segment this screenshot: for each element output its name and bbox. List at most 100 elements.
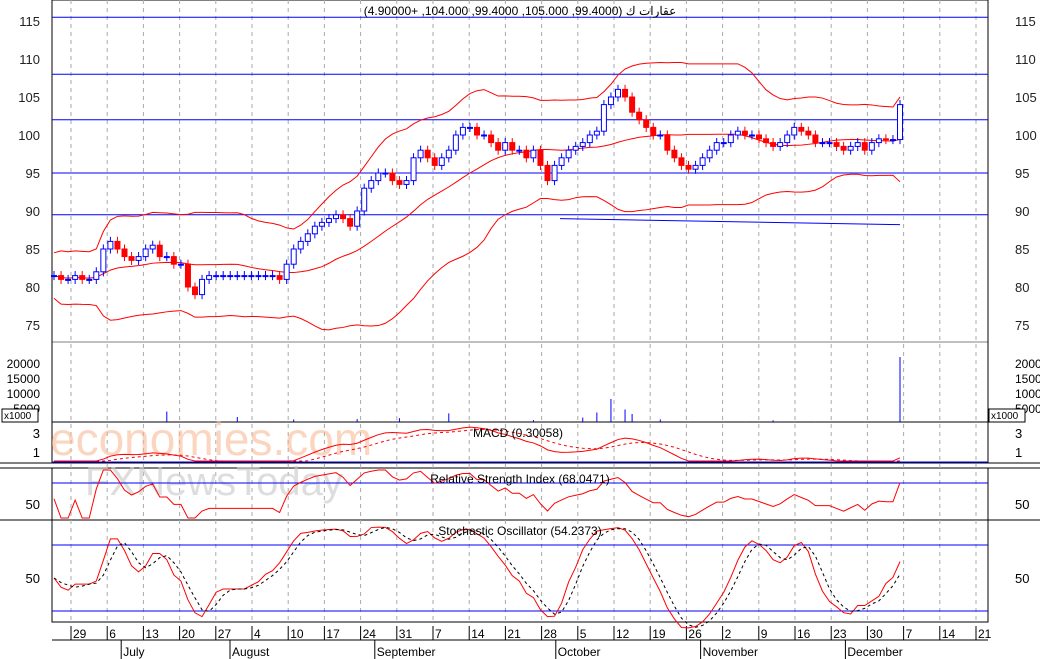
volume-tick-label: 15000 — [7, 372, 41, 386]
candle — [269, 275, 276, 278]
date-label: 5 — [580, 627, 587, 641]
rsi-tick-label: 50 — [26, 497, 40, 512]
volume-tick-label: 10000 — [7, 387, 41, 401]
candle — [79, 275, 86, 280]
candle — [826, 142, 833, 145]
date-label: 29 — [73, 627, 87, 641]
volume-tick-label: 10000 — [1015, 387, 1040, 401]
candle — [727, 134, 734, 144]
candle — [206, 275, 213, 280]
candle — [156, 244, 163, 258]
candle — [325, 218, 332, 223]
candle — [805, 130, 812, 136]
candle — [706, 149, 713, 159]
candle — [840, 145, 847, 151]
candle — [889, 139, 896, 142]
candle — [713, 142, 720, 151]
candle — [516, 149, 523, 152]
candle — [304, 233, 311, 242]
candle — [107, 240, 114, 250]
candle — [241, 275, 248, 278]
candle — [142, 248, 149, 258]
watermark-economies: economies.com — [50, 413, 372, 465]
candle — [565, 149, 572, 159]
macd-tick-label: 1 — [33, 445, 40, 460]
candle — [791, 126, 798, 136]
volume-unit-left: x1000 — [4, 411, 32, 422]
candle — [861, 142, 868, 151]
candle — [100, 248, 107, 273]
price-tick-label: 105 — [1015, 90, 1037, 105]
candle — [537, 149, 544, 166]
date-label: 12 — [616, 627, 630, 641]
candle — [297, 240, 304, 250]
candle — [368, 180, 375, 189]
candle — [410, 157, 417, 182]
month-label: July — [123, 645, 144, 659]
date-label: 31 — [399, 627, 413, 641]
price-tick-label: 100 — [18, 128, 40, 143]
candle — [502, 142, 509, 151]
date-label: 20 — [182, 627, 196, 641]
candle — [481, 134, 488, 137]
candle — [763, 138, 770, 144]
candle — [812, 134, 819, 144]
candle — [389, 172, 396, 182]
candle — [340, 214, 347, 220]
price-tick-label: 90 — [26, 204, 40, 219]
candle — [234, 275, 241, 278]
candle — [290, 248, 297, 265]
price-tick-label: 115 — [1015, 14, 1036, 29]
candle — [65, 278, 72, 281]
candle — [248, 275, 255, 278]
candle — [311, 225, 318, 235]
month-label: September — [377, 645, 436, 659]
candle — [558, 157, 565, 166]
candle — [86, 278, 93, 281]
candle — [213, 275, 220, 278]
candle — [882, 138, 889, 141]
date-label: 26 — [688, 627, 702, 641]
price-tick-label: 90 — [1015, 204, 1029, 219]
month-label: August — [232, 645, 270, 659]
candle — [459, 126, 466, 136]
candle — [276, 275, 283, 280]
candle — [51, 275, 57, 278]
date-label: 27 — [218, 627, 232, 641]
stochastic-tick-label: 50 — [26, 571, 40, 586]
candle — [361, 187, 368, 212]
date-label: 28 — [544, 627, 558, 641]
candle — [685, 164, 692, 170]
candle — [184, 263, 191, 288]
price-tick-label: 105 — [18, 90, 40, 105]
candle — [770, 142, 777, 147]
candle — [474, 126, 480, 136]
date-label: 9 — [761, 627, 768, 641]
candle — [593, 130, 600, 136]
candle — [897, 104, 903, 141]
candle — [868, 142, 875, 151]
candle — [551, 164, 558, 182]
bollinger-middle — [53, 133, 901, 279]
candle — [283, 263, 290, 280]
stochastic-k-line — [53, 526, 901, 629]
candle — [318, 221, 325, 227]
candle — [403, 180, 410, 185]
candle — [544, 164, 551, 182]
date-label: 17 — [326, 627, 340, 641]
trendline — [559, 218, 901, 226]
candle — [431, 157, 438, 166]
candle — [255, 275, 262, 278]
date-label: 30 — [869, 627, 883, 641]
date-label: 2 — [725, 627, 732, 641]
candle — [756, 134, 762, 140]
panel-frame — [51, 0, 989, 423]
watermark-fxnewstoday: FXNewsToday — [85, 460, 343, 504]
price-tick-label: 95 — [1015, 166, 1029, 181]
candle — [777, 142, 784, 147]
volume-unit-right: x1000 — [991, 411, 1019, 422]
date-label: 24 — [363, 627, 377, 641]
price-tick-label: 115 — [19, 14, 40, 29]
price-tick-label: 85 — [1015, 242, 1029, 257]
candle — [227, 275, 234, 278]
